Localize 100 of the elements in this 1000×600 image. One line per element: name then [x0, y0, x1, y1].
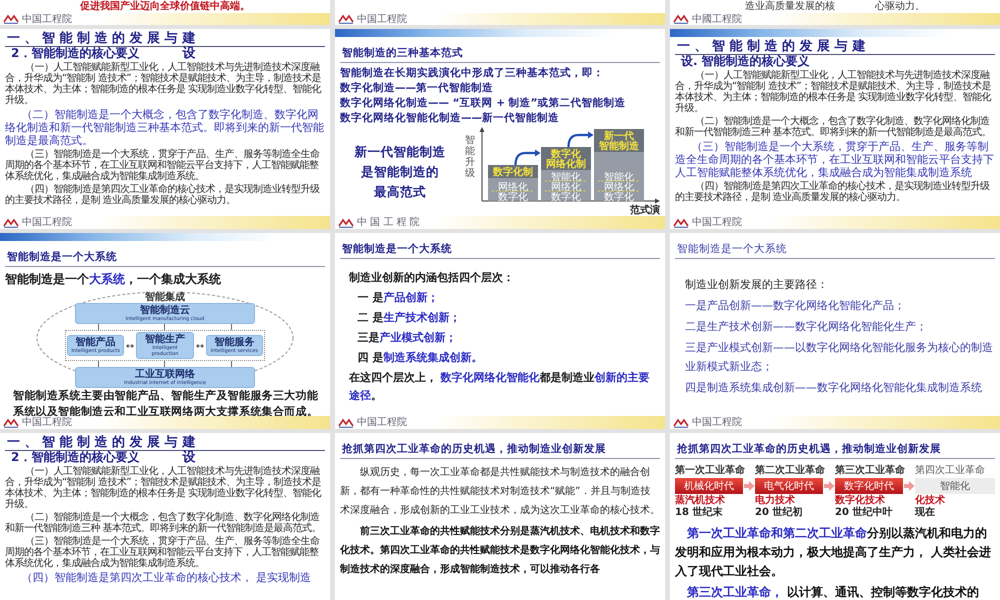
slide-thumbnail[interactable]: 造业高质量发展的核 心驱动力。 中國工程院: [670, 0, 1000, 25]
body-text: 一 是产品创新；: [356, 290, 440, 306]
slide-thumbnail[interactable]: 中国工程院: [335, 0, 665, 25]
body-text: 四是制造系统集成创新——数字化网络化智能化集成制造系统: [684, 380, 983, 396]
slide-title: 一 、 智 能 制 造 的 发 展 与 建: [5, 436, 196, 451]
body-text: 四 是制造系统集成创新。: [356, 350, 484, 366]
level-label: 数字化: [551, 192, 581, 203]
slide-thumbnail[interactable]: 智能制造是一个大系统 制造业创新的内涵包括四个层次： 一 是产品创新； 二 是生产技术创新； 三是产业模式创新； 四 是制造系统集成创新。 在这四个层次上， 数字化网络化智能化都是制造业创新的主要途径。 中国工程院: [335, 233, 665, 429]
callout-text: 新一代智能制造: [354, 144, 446, 160]
step-label: 数字化制: [493, 167, 533, 178]
slide-title: 智能制造是一个大系统: [677, 243, 787, 255]
body-text: （四）智能制造是第四次工业革命的核心技术，是实现制造业转型升级的主要技术路径，是制 造业高质量发展的核心驱动力。: [675, 181, 990, 203]
arrow-icon: [823, 481, 835, 491]
level-label: 数字化: [498, 192, 528, 203]
connector-line: [164, 361, 166, 367]
module-title: 智能制造云: [140, 305, 190, 316]
slide-thumbnail[interactable]: [670, 433, 1000, 600]
logo-icon: [3, 14, 19, 24]
logo-text: 中国工程院: [357, 14, 407, 24]
body-text: 制造业创新的内涵包括四个层次：: [348, 270, 515, 286]
body-text: （一）人工智能赋能新型工业化，人工智能技术与先进制造技术深度融合，升华成为“智能制 造技术”；智能技术是赋能技术、为主导，制造技术是本体技术、为主体；智能制造的根本任务是 实现制造业数字化转型、智能化升级。: [675, 70, 992, 114]
slide-thumbnail[interactable]: 智能制造的三种基本范式 智能制造在长期实践演化中形成了三种基本范式，即： 数字化制造——第一代智能制造 数字化网络化制造—— “互联网 + 制造”或第二代智能制造 数字化网络化智能化制造——新一代智能制造 新一代智能制造 是智能制造的 最高范式 智能升级 范式演 数字化制 网络化 数字化 数字化 网络化制 智能化 网络化 数字化 新一代 智能制造 智能化 网络化 数字化 中 国 工 程 院: [335, 29, 665, 229]
era-label: 第一次工业革命: [675, 465, 746, 477]
slide-title: 抢抓第四次工业革命的历史机遇，推动制造业创新发展: [677, 443, 941, 455]
body-text: （一）人工智能赋能新型工业化，人工智能技术与先进制造技术深度融合，升华成为“智能制 造技术”；智能技术是赋能技术、为主导，制造技术是本体技术、为主体；智能制造的根本任务是 实现制造业数字化转型、智能化升级。: [5, 466, 322, 510]
logo-icon: [673, 418, 689, 428]
curved-arrow: [567, 132, 594, 148]
body-text: 第一次工业革命和第二次工业革命分别以蒸汽机和电力的发明和应用为根本动力，极大地提高了生产力， 人类社会进入了现代工业社会。: [675, 525, 992, 580]
body-text: 智能制造在长期实践演化中形成了三种基本范式，即：: [340, 67, 605, 80]
connector-line: [164, 324, 166, 330]
body-text: 在这四个层次上， 数字化网络化智能化都是制造业创新的主要途径。: [348, 370, 651, 404]
logo-icon: [3, 418, 19, 428]
slide-subtitle: 设. 智能制造的核心要义: [680, 55, 810, 68]
body-text: 数字化网络化智能化制造——新一代智能制造: [340, 112, 560, 125]
slide-title: 设: [182, 451, 196, 464]
logo-icon: [673, 14, 689, 24]
era-label: 第三次工业革命: [835, 465, 906, 477]
date-label: 20 世纪初: [755, 507, 804, 518]
body-text: 一是产品创新——数字化网络化智能化产品；: [684, 298, 906, 314]
curved-arrow: [514, 150, 540, 166]
logo-icon: [673, 218, 689, 228]
tech-label: 蒸汽机技术: [675, 495, 726, 506]
logo-text: 中国工程院: [22, 14, 72, 24]
tech-label: 化技术: [915, 495, 946, 506]
era-tag: 电气化时代: [755, 478, 823, 494]
body-text: 二 是生产技术创新；: [356, 310, 462, 326]
arrow-icon: [743, 481, 755, 491]
body-text: 三是产业模式创新；: [356, 330, 458, 346]
module-title: 智能产品: [76, 337, 116, 348]
module-title: 工业互联网络: [135, 369, 195, 380]
arrow-icon: [903, 481, 915, 491]
module-title: 智能服务: [214, 337, 254, 348]
connector-line: [98, 324, 99, 330]
slide-title: 抢抓第四次工业革命的历史机遇，推动制造业创新发展: [342, 443, 606, 455]
body-text: （三）智能制造是一个大系统，贯穿于产品、生产、服务等制造全生命周期的各个基本环节，在工业互联网和智能云平台支持下，人工智能赋能整体系统优化，集成融合成为智能集成制造系统。: [5, 149, 320, 182]
double-arrow-icon: [126, 342, 134, 348]
headline-text: 促进我国产业迈向全球价值链中高端。: [80, 1, 250, 13]
tech-label: 电力技术: [755, 495, 796, 506]
slide-title: 智能制造的三种基本范式: [342, 47, 463, 59]
connector-line: [231, 324, 232, 330]
body-text: （四）智能制造是第四次工业革命的核心技术，是实现制造业转型升级的主要技术路径，是制 造业高质量发展的核心驱动力。: [5, 184, 320, 206]
body-text: 三是产业模式创新——以数字化网络化智能化服务为核心的制造业新模式新业态；: [684, 340, 994, 375]
callout-text: 是智能制造的: [361, 164, 439, 180]
body-text: （二）智能制造是一个大概念，包含了数字化制造、数字化网络化制造和新一代智能制造三种 基本范式。即将到来的新一代智能制造是最高范式。: [5, 512, 322, 534]
level-label: 智能化: [604, 172, 634, 183]
logo-text: 中国工程院: [22, 417, 72, 428]
slide-thumbnail[interactable]: [670, 29, 1000, 229]
slide-title: 智能制造是一个大系统: [7, 251, 117, 263]
level-label: 网络化: [604, 182, 634, 193]
callout-text: 最高范式: [374, 184, 426, 200]
body-text: 二是生产技术创新——数字化网络化智能化生产；: [684, 319, 928, 335]
logo-text: 中 国 工 程 院: [357, 217, 420, 228]
slide-subtitle: 2．智能制造的核心要义: [10, 451, 140, 464]
slide-thumbnail[interactable]: 促进我国产业迈向全球价值链中高端。 中国工程院: [0, 0, 330, 25]
level-label: 智能化: [551, 172, 581, 183]
level-label: 数字化: [604, 192, 634, 203]
logo-icon: [338, 14, 354, 24]
logo-icon: [338, 218, 354, 228]
era-tag: 数字化时代: [835, 478, 903, 494]
step-label: 数字化: [551, 149, 581, 160]
slide-thumbnail[interactable]: [0, 233, 330, 429]
body-text: （一）人工智能赋能新型工业化，人工智能技术与先进制造技术深度融合，升华成为“智能制 造技术”；智能技术是赋能技术、为主导，制造技术是本体技术、为主体；智能制造的根本任务是 实现制造业数字化转型、智能化升级。: [5, 62, 322, 106]
era-label: 第二次工业革命: [755, 465, 826, 477]
axis-label: 范式演: [630, 205, 660, 216]
slide-thumbnail[interactable]: 智能制造是一个大系统 制造业创新发展的主要路径： 一是产品创新——数字化网络化智能化产品； 二是生产技术创新——数字化网络化智能化生产； 三是产业模式创新——以数字化网络化智能化服务为核心的制造业新模式新业态； 四是制造系统集成创新——数字化网络化智能化集成制造系统 中国工程院: [670, 233, 1000, 429]
level-label: 网络化: [551, 182, 581, 193]
slide-subtitle: 2．智能制造的核心要义: [10, 47, 140, 60]
slide-thumbnail[interactable]: [0, 433, 330, 600]
slide-thumbnail[interactable]: [0, 29, 330, 229]
tech-label: 数字化技术: [835, 495, 886, 506]
diagram-label: 智能集成: [145, 292, 185, 303]
logo-text: 中国工程院: [22, 217, 72, 228]
date-label: 现在: [915, 507, 936, 518]
highlight-text: （二）智能制造是一个大概念，包含了数字化制造、数字化网络化制造和新一代智能制造三种基本范式。即将到来的新一代智能制造是最高范式。: [5, 108, 325, 147]
logo-text: 中国工程院: [692, 217, 742, 228]
body-text: 制造业创新发展的主要路径：: [684, 277, 829, 293]
era-label: 第四次工业革命: [915, 465, 986, 477]
logo-icon: [338, 418, 354, 428]
highlight-text: （三）智能制造是一个大系统，贯穿于产品、生产、服务等制造全生命周期的各个基本环节，在工业互联网和智能云平台支持下人工智能赋能整体系统优化，集成融合成为智能集成制造系统: [675, 140, 995, 179]
slide-thumbnail[interactable]: [335, 433, 665, 600]
